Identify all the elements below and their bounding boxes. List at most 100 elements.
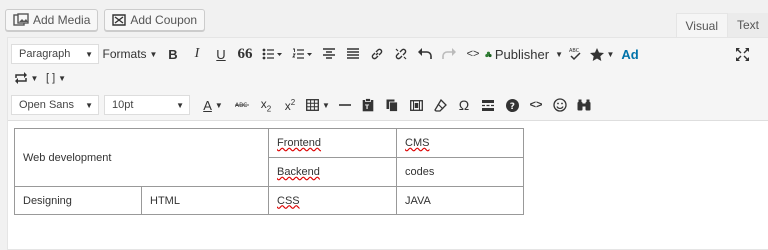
source-code-icon: <> [529,99,543,111]
code-icon: <> [466,48,480,60]
code-button[interactable]: <> [461,43,485,65]
table-cell[interactable]: JAVA [396,186,524,215]
fullscreen-icon [735,47,749,61]
font-size-select[interactable]: 10pt ▼ [104,95,190,115]
table-menu[interactable]: ▼ [302,94,334,116]
spellcheck-button[interactable]: ABC [563,43,587,65]
table-cell[interactable]: Frontend [268,128,397,158]
font-family-value: Open Sans [19,99,75,111]
shortcode-label: [ ] [45,72,56,84]
horizontal-line-button[interactable] [334,94,356,116]
formats-label: Formats [102,47,147,61]
chevron-down-icon: ▼ [85,100,93,110]
binoculars-icon [577,99,591,111]
svg-text:ABC: ABC [569,48,580,54]
editor: Paragraph ▼ Formats ▼ B I U 66 <> Publis… [7,37,768,250]
font-size-value: 10pt [112,99,134,111]
special-character-button[interactable]: Ω [452,94,476,116]
read-more-button[interactable] [476,94,500,116]
ad-button[interactable]: Ad [617,43,643,65]
publisher-menu[interactable]: Publisher ▼ [485,43,563,65]
table-cell[interactable]: Web development [14,128,269,187]
align-center-icon [323,48,335,59]
blockquote-button[interactable]: 66 [233,43,257,65]
source-code-button[interactable]: <> [524,94,548,116]
svg-text:ABC: ABC [235,102,247,109]
table-cell[interactable]: HTML [141,186,269,215]
clear-formatting-button[interactable] [428,94,452,116]
align-center-button[interactable] [317,43,341,65]
table-cell[interactable]: Backend [268,157,397,187]
toolbar-row-1: Paragraph ▼ Formats ▼ B I U 66 <> Publis… [11,41,643,67]
superscript-icon: x2 [284,97,296,113]
clipboard-icon: T [362,98,374,112]
italic-button[interactable]: I [185,43,209,65]
insert-link-button[interactable] [365,43,389,65]
remove-link-button[interactable] [389,43,413,65]
toolbar-row-2: Open Sans ▼ 10pt ▼ A ▼ ABC x2 x2 ▼ T Ω ?… [11,92,596,118]
paragraph-select[interactable]: Paragraph ▼ [11,44,99,64]
chevron-down-icon: ▼ [214,100,223,110]
read-more-icon [482,99,494,111]
add-coupon-button[interactable]: Add Coupon [104,9,206,31]
toolbar-row-1b: ▼ [ ] ▼ [11,65,71,91]
subscript-icon: x2 [260,96,272,114]
table-cell[interactable]: CMS [396,128,524,158]
strikethrough-icon: ABC [235,102,249,109]
formats-menu[interactable]: Formats ▼ [99,43,161,65]
add-coupon-label: Add Coupon [130,13,198,27]
paste-text-button[interactable]: T [356,94,380,116]
bullet-list-button[interactable] [257,43,287,65]
bullet-list-icon [262,48,282,60]
tab-text[interactable]: Text [727,13,768,37]
chevron-down-icon: ▼ [555,49,563,59]
copy-button[interactable] [380,94,404,116]
subscript-button[interactable]: x2 [254,94,278,116]
repeat-icon [14,72,27,84]
paragraph-select-value: Paragraph [19,48,71,60]
bold-button[interactable]: B [161,43,185,65]
table-row: Web development Frontend CMS [14,128,524,187]
editor-content[interactable]: Web development Frontend CMS Backend cod… [14,128,524,215]
fullscreen-button[interactable] [732,43,752,65]
media-buttons: Add Media Add Coupon [5,9,206,31]
find-replace-button[interactable] [572,94,596,116]
chevron-down-icon: ▼ [176,100,184,110]
help-button[interactable]: ? [500,94,524,116]
chevron-down-icon: ▼ [149,49,158,59]
editor-toolbar: Paragraph ▼ Formats ▼ B I U 66 <> Publis… [8,38,768,121]
strikethrough-button[interactable]: ABC [230,94,254,116]
redo-button[interactable] [437,43,461,65]
emoticons-button[interactable] [548,94,572,116]
text-color-menu[interactable]: A ▼ [196,94,230,116]
table-cell[interactable]: CSS [268,186,397,215]
table-cell[interactable]: Designing [14,186,142,215]
film-icon [409,99,423,111]
tab-visual[interactable]: Visual [675,13,728,37]
table-icon [306,99,319,111]
font-family-select[interactable]: Open Sans ▼ [11,95,99,115]
add-media-button[interactable]: Add Media [5,9,99,31]
svg-text:?: ? [509,102,514,112]
superscript-button[interactable]: x2 [278,94,302,116]
chevron-down-icon: ▼ [58,73,67,83]
omega-icon: Ω [458,97,470,113]
eraser-icon [433,98,447,112]
table-cell-text: CMS [405,137,430,149]
shortcode-menu[interactable]: [ ] ▼ [41,67,71,89]
publisher-label: Publisher [494,46,550,62]
numbered-list-button[interactable] [287,43,317,65]
text-color-icon: A [203,97,212,113]
undo-button[interactable] [413,43,437,65]
align-justify-icon [347,48,359,59]
shuffle-menu[interactable]: ▼ [11,67,41,89]
underline-button[interactable]: U [209,43,233,65]
table-cell[interactable]: codes [396,157,524,187]
unlink-icon [395,48,407,60]
media-icon [13,13,29,27]
coupon-icon [112,13,127,27]
chevron-down-icon: ▼ [606,49,615,59]
favorites-menu[interactable]: ▼ [587,43,617,65]
align-justify-button[interactable] [341,43,365,65]
media-embed-button[interactable] [404,94,428,116]
